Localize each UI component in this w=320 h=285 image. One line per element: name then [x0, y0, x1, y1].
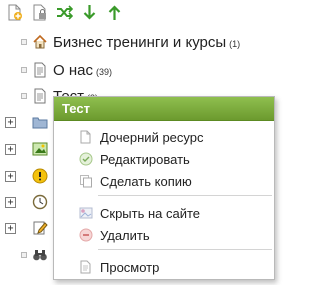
context-menu: Тест Дочерний ресурс Редактировать Сдела… [53, 96, 275, 280]
menu-separator [98, 195, 272, 196]
warning-icon [32, 168, 48, 184]
preview-icon [79, 260, 93, 274]
menu-item-label: Редактировать [100, 151, 190, 167]
tree-item-label: Бизнес тренинги и курсы [53, 33, 227, 51]
new-document-icon [79, 130, 93, 144]
clock-icon [32, 194, 48, 210]
edit-icon [32, 220, 48, 236]
tree-bullet [21, 252, 27, 258]
document-icon [32, 88, 48, 104]
menu-item-edit[interactable]: Редактировать [54, 148, 274, 170]
expand-toggle[interactable]: + [5, 170, 16, 182]
shuffle-icon[interactable] [56, 4, 73, 21]
menu-item-label: Дочерний ресурс [100, 129, 204, 145]
menu-item-hide[interactable]: Скрыть на сайте [54, 202, 274, 224]
menu-item-copy[interactable]: Сделать копию [54, 170, 274, 192]
menu-item-label: Просмотр [100, 259, 160, 275]
expand-toggle[interactable]: + [5, 143, 16, 155]
folder-icon [32, 114, 48, 130]
menu-item-preview[interactable]: Просмотр [54, 256, 274, 278]
binoculars-icon [32, 247, 48, 263]
arrow-down-icon[interactable] [81, 4, 98, 21]
lock-document-icon[interactable] [31, 4, 48, 21]
menu-separator [98, 249, 272, 250]
menu-item-child-resource[interactable]: Дочерний ресурс [54, 126, 274, 148]
menu-item-label: Сделать копию [100, 173, 192, 189]
tree-item-label: О нас [53, 61, 93, 79]
tree-item-about[interactable]: О нас (39) [0, 58, 279, 82]
hide-icon [79, 206, 93, 220]
tree-bullet [21, 39, 27, 45]
add-document-icon[interactable] [6, 4, 23, 21]
document-icon [32, 62, 48, 78]
expand-toggle[interactable]: + [5, 116, 16, 128]
tree-item-count: (39) [95, 66, 112, 77]
expand-toggle[interactable]: + [5, 196, 16, 208]
tree-item-count: (1) [229, 38, 241, 49]
expand-toggle[interactable]: + [5, 222, 16, 234]
menu-item-label: Удалить [100, 227, 150, 243]
check-circle-icon [79, 152, 93, 166]
arrow-up-icon[interactable] [106, 4, 123, 21]
tree-bullet [21, 67, 27, 73]
context-menu-title: Тест [54, 97, 274, 121]
menu-item-delete[interactable]: Удалить [54, 224, 274, 246]
tree-bullet [21, 93, 27, 99]
delete-icon [79, 228, 93, 242]
toolbar [6, 2, 123, 22]
tree-item-business[interactable]: Бизнес тренинги и курсы (1) [0, 30, 279, 54]
image-icon [32, 141, 48, 157]
copy-icon [79, 174, 93, 188]
home-icon [32, 34, 48, 50]
menu-item-label: Скрыть на сайте [100, 205, 201, 221]
